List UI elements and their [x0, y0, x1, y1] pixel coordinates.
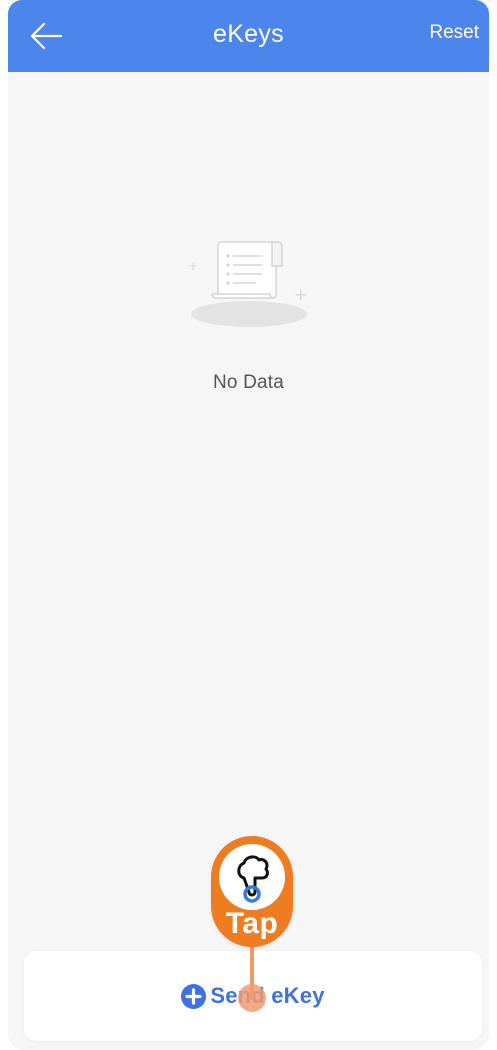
page-title: eKeys	[213, 20, 284, 48]
empty-document-icon: + +	[188, 241, 307, 327]
tap-icon-circle	[219, 844, 285, 910]
empty-state-text: No Data	[212, 372, 285, 393]
app-header: eKeys Reset	[8, 0, 489, 72]
plus-circle-icon	[181, 983, 207, 1009]
tap-guide-badge: Tap	[211, 836, 293, 947]
reset-button[interactable]: Reset	[429, 22, 479, 44]
svg-text:+: +	[294, 285, 307, 304]
send-ekey-label: Send eKey	[210, 983, 325, 1008]
hand-pointer-icon	[237, 855, 269, 903]
tap-label: Tap	[225, 907, 279, 940]
empty-state: + + No Data	[8, 232, 489, 394]
svg-text:+: +	[188, 259, 198, 273]
tap-target-dot	[238, 984, 266, 1012]
